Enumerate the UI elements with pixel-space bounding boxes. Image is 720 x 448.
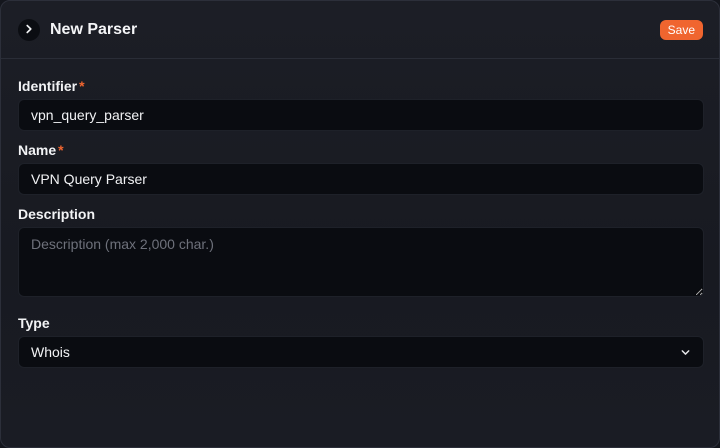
type-label: Type <box>18 315 50 331</box>
panel-header: New Parser Save <box>1 1 719 59</box>
type-select[interactable]: Whois <box>18 336 704 368</box>
collapse-button[interactable] <box>18 19 40 41</box>
name-input[interactable] <box>18 163 704 195</box>
required-marker: * <box>58 142 64 158</box>
new-parser-panel: New Parser Save Identifier* Name* Descri… <box>0 0 720 448</box>
save-button[interactable]: Save <box>659 20 703 40</box>
required-marker: * <box>79 78 85 94</box>
type-select-value: Whois <box>31 344 70 360</box>
chevron-down-icon <box>680 347 691 358</box>
identifier-label-text: Identifier <box>18 78 78 94</box>
description-textarea[interactable] <box>18 227 704 297</box>
chevron-right-icon <box>24 21 34 39</box>
page-title: New Parser <box>50 21 138 38</box>
description-label: Description <box>18 206 96 222</box>
name-label-text: Name <box>18 142 57 158</box>
identifier-label: Identifier * <box>18 77 85 95</box>
name-label: Name * <box>18 141 64 159</box>
identifier-input[interactable] <box>18 99 704 131</box>
